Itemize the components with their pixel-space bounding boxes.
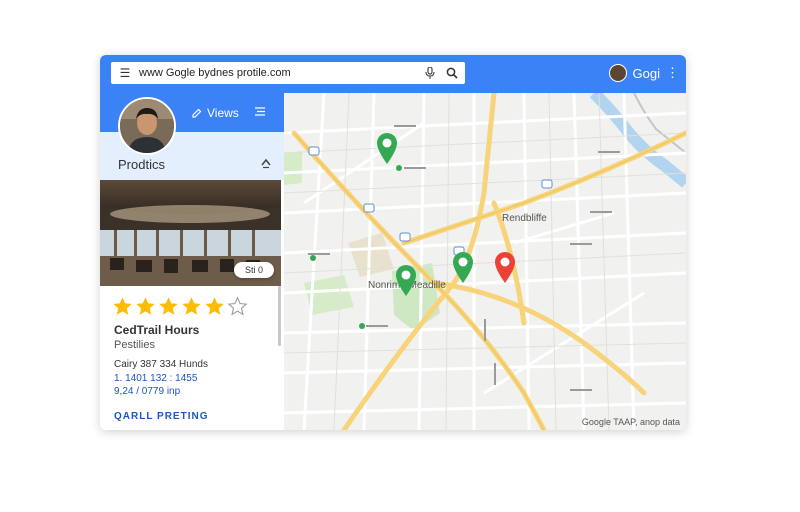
star-filled-icon[interactable]	[135, 296, 156, 317]
map-view[interactable]: Nonrimd Meadille Rendbliffe Google TAAP,…	[284, 93, 686, 430]
map-credit: Google TAAP, anop data	[581, 417, 680, 427]
panel-scrollbar[interactable]	[278, 286, 281, 346]
more-options-icon[interactable]: ⋮	[666, 65, 679, 81]
account-area[interactable]: Gogi ⋮	[608, 64, 679, 82]
views-label: Views	[207, 106, 239, 120]
cta-link[interactable]: QARLL PRETING	[114, 411, 208, 422]
menu-icon[interactable]: ☰	[115, 66, 135, 80]
star-filled-icon[interactable]	[204, 296, 225, 317]
star-empty-icon[interactable]	[227, 296, 248, 317]
map-pin-green[interactable]	[375, 131, 399, 165]
star-filled-icon[interactable]	[158, 296, 179, 317]
photo-count-badge[interactable]: Sti 0	[234, 262, 274, 278]
account-avatar[interactable]	[608, 64, 627, 82]
profile-avatar[interactable]	[118, 97, 176, 155]
map-pin-red[interactable]	[493, 250, 517, 284]
profiles-label: Prodtics	[118, 157, 165, 172]
edit-icon	[192, 108, 202, 118]
list-icon[interactable]	[254, 106, 266, 117]
search-input[interactable]	[135, 67, 421, 79]
star-filled-icon[interactable]	[181, 296, 202, 317]
account-name[interactable]: Gogi	[633, 66, 660, 81]
map-label-place: Rendbliffe	[502, 213, 547, 224]
map-pin-green[interactable]	[394, 263, 418, 297]
star-filled-icon[interactable]	[112, 296, 133, 317]
info-line-3[interactable]: 9,24 / 0779 inp	[114, 386, 180, 397]
info-line-1: Cairy 387 334 Hunds	[114, 359, 208, 370]
search-icon[interactable]	[443, 64, 461, 82]
map-pin-green[interactable]	[451, 250, 475, 284]
app-window: ☰ Gogi ⋮	[100, 55, 686, 430]
search-box[interactable]: ☰	[111, 62, 465, 84]
chevron-up-icon[interactable]	[260, 157, 272, 169]
business-panel: Views Prodtics Sti 0 CedTrail Hours Pest…	[100, 93, 284, 430]
info-line-2[interactable]: 1. 1401 132 : 1455	[114, 373, 197, 384]
top-bar: ☰ Gogi ⋮	[100, 55, 686, 93]
views-tab[interactable]: Views	[191, 106, 239, 120]
map-canvas	[284, 93, 686, 430]
business-name: CedTrail Hours	[114, 323, 200, 337]
rating-stars[interactable]	[112, 296, 248, 317]
business-category: Pestilies	[114, 339, 155, 351]
microphone-icon[interactable]	[421, 64, 439, 82]
